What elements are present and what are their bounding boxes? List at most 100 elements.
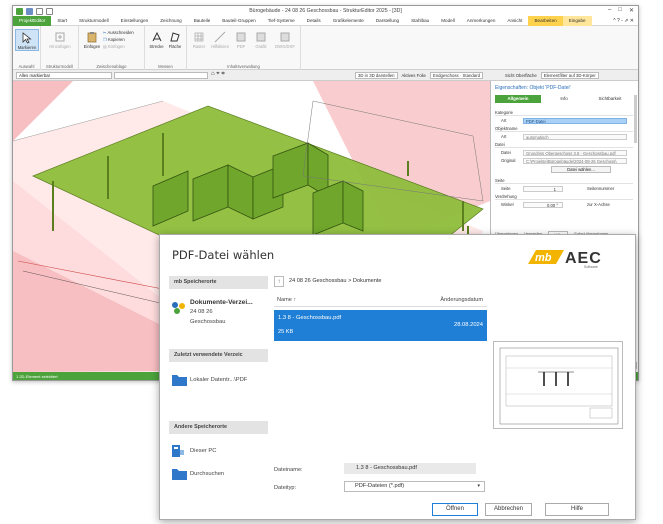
filetype-select[interactable]: PDF-Dateien (*.pdf) ▾ [344,481,485,492]
selection-filter-select[interactable]: Alles markierbar [16,72,112,79]
image-icon [256,32,266,42]
path-navigation: ↑ 24 08 26 Geschossbau > Dokumente [274,276,624,289]
chevron-down-icon: ▾ [477,483,480,489]
group-label: Strukturmodell [46,64,73,69]
dwg-icon [280,32,290,42]
group-label: Messen [158,64,173,69]
secondary-filter-select[interactable] [114,72,208,79]
open-button[interactable]: Öffnen [432,503,478,516]
recent-location[interactable]: Lokaler Datentr...\PDF [169,373,268,389]
paste-icon: ▤ [103,44,107,49]
file-list-item[interactable]: 1.3 8 - Geschossbau.pdf 25 KB 28.08.2024 [274,310,487,341]
window-title: Bürogebäude - 24 08 26 Geschossbau - Str… [249,8,402,14]
tab-eingabe[interactable]: Eingabe [562,15,592,26]
3d-display-toggle[interactable]: 3D in 3D darstellen [355,72,398,79]
tab-info[interactable]: Info [541,95,587,103]
property-row: Winkel 0.00 ° zur X-Achse [501,201,610,208]
property-row: Art automatisch [495,133,633,140]
browse-location[interactable]: Durchsuchen [169,467,268,483]
help-button[interactable]: Hilfe [545,503,609,516]
svg-text:mb: mb [535,252,552,264]
tab-ansicht[interactable]: Ansicht [501,16,528,26]
page-number-input[interactable]: 1 [523,185,563,192]
tab-zeichnung[interactable]: Zeichnung [154,16,187,26]
flaeche-button[interactable]: Fläche [166,31,184,49]
close-icon[interactable]: ✕ [629,7,634,14]
tab-anmerkungen[interactable]: Anmerkungen [461,16,502,26]
properties-title: Eigenschaften: Objekt 'PDF-Datei' [495,85,571,91]
tab-details[interactable]: Details [301,16,327,26]
strecke-button[interactable]: Strecke [148,31,165,49]
tab-bearbeiten[interactable]: Bearbeiten [528,15,563,26]
file-name: 1.3 8 - Geschossbau.pdf [278,315,342,321]
element-filter-select[interactable]: Elementfilter auf 3D-Körper [540,72,599,79]
filename-field[interactable]: 1.3 8 - Geschossbau.pdf [344,463,476,474]
minimize-icon[interactable]: – [608,7,611,14]
raster-button[interactable]: Raster [190,31,208,49]
tab-grafikelemente[interactable]: Grafikelemente [327,16,370,26]
section-datei[interactable]: Datei [495,141,633,148]
hinzufuegen-button[interactable]: Hinzufügen [45,31,75,49]
property-row: Seite 1 Seitennummer [501,185,615,192]
choose-file-button[interactable]: Datei wählen... [551,166,611,173]
section-other-locations: Andere Speicherorte [169,421,268,434]
tab-strukturmodell[interactable]: Strukturmodell [73,16,115,26]
up-arrow-icon[interactable]: ↑ [274,276,284,287]
guide-lines-icon [214,31,226,43]
grafik-button[interactable]: Grafik [251,31,271,49]
paste-special-button[interactable]: ▤ Einfügen [103,44,125,49]
maximize-icon[interactable]: □ [618,7,622,14]
ribbon: Markieren Auswahl Hinzufügen Strukturmod… [13,26,638,70]
section-mb-locations: mb Speicherorte [169,276,268,289]
tab-projekteditor[interactable]: ProjektEditor [13,15,52,26]
tab-start[interactable]: Start [51,16,73,26]
breadcrumb[interactable]: 24 08 26 Geschossbau > Dokumente [289,278,382,284]
tab-darstellung[interactable]: Darstellung [370,16,405,26]
original-path-value: C:\Projekte\Bürogebäude\2024-08-26 Gesch… [523,157,627,164]
help-controls[interactable]: ^ ? - ⇗ ✕ [613,16,634,26]
file-size: 25 KB [278,329,294,335]
section-recent: Zuletzt verwendete Verzeic [169,349,268,362]
column-modified[interactable]: Änderungsdatum [440,297,483,303]
property-row: Art PDF-Datei [495,117,633,124]
tab-einstellungen[interactable]: Einstellungen [115,16,155,26]
divider [274,306,487,307]
angle-input[interactable]: 0.00 ° [523,201,563,208]
object-name-select[interactable]: automatisch [523,133,627,140]
storey-select[interactable]: Endgeschoss · Standard [429,72,483,79]
dwg-dxf-button[interactable]: DWG/DXF [273,31,297,49]
tab-allgemein[interactable]: Allgemein [495,95,541,103]
property-row: Datei Grundriss Obergeschoss 3.8 - Gesch… [495,149,633,156]
filename-label: Dateiname: [274,467,303,473]
column-name[interactable]: Name ↑ [277,297,296,303]
pdf-button[interactable]: PDF [232,31,250,49]
tab-sichtbarkeit[interactable]: Sichtbarkeit [587,95,633,103]
paste-button[interactable]: Einfügen [82,31,102,49]
pdf-icon [236,32,246,42]
section-verdrehung[interactable]: Verdrehung [495,193,633,200]
tab-tief-systeme[interactable]: Tief-Systeme [262,16,301,26]
tab-bauteile[interactable]: Bauteile [188,16,217,26]
this-pc-location[interactable]: Dieser PC [169,444,268,460]
properties-scrollbar[interactable] [634,95,637,143]
markieren-button[interactable]: Markieren [15,29,39,51]
cancel-button[interactable]: Abbrechen [485,503,532,516]
documents-location[interactable]: Dokumente-Verzei... 24 08 26 Geschossbau [169,297,268,337]
pdf-preview-thumbnail [499,347,619,425]
tab-modell[interactable]: Modell [435,16,461,26]
section-seite[interactable]: Seite [495,177,633,184]
hilfslinien-button[interactable]: Hilfslinien [209,31,231,49]
section-kategorie[interactable]: Kategorie [495,109,633,116]
tab-stahlbau[interactable]: Stahlbau [405,16,435,26]
section-objektname[interactable]: Objektname [495,125,633,132]
cut-button[interactable]: ✂ Ausschneiden [103,30,134,35]
copy-icon: ❐ [103,37,107,42]
view-tool-icons[interactable]: ⌂ ⌖ ⌗ [211,71,225,78]
surface-view-toggle[interactable]: Sicht Oberfläche [505,73,537,78]
tab-bauteil-gruppen[interactable]: Bauteil-Gruppen [216,16,261,26]
ribbon-tabs: ProjektEditor Start Strukturmodell Einst… [13,15,638,26]
title-bar: Bürogebäude - 24 08 26 Geschossbau - Str… [13,6,638,16]
group-label: Auswahl [18,64,35,69]
copy-button[interactable]: ❐ Kopieren [103,37,125,42]
category-value[interactable]: PDF-Datei [523,117,627,124]
